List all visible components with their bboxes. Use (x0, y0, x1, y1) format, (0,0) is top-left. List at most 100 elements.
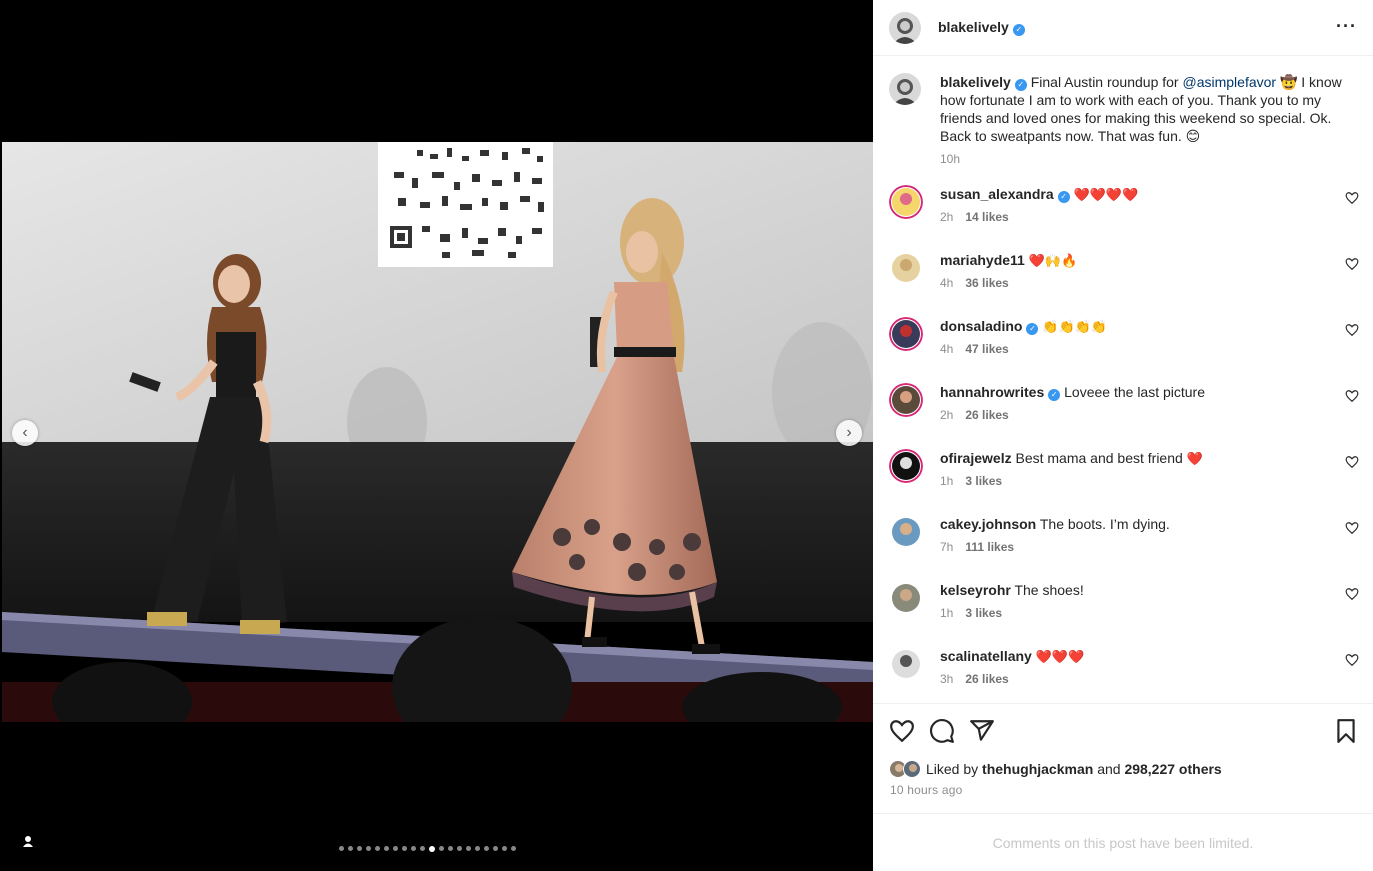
comment-item: donsaladino ✓ 👏👏👏👏 4h 47 likes (889, 317, 1359, 367)
commenter-username[interactable]: cakey.johnson (940, 516, 1036, 532)
comment-likes[interactable]: 3 likes (965, 606, 1002, 620)
more-options-icon[interactable]: ··· (1336, 16, 1357, 37)
carousel-dot (348, 846, 353, 851)
comment-item: ofirajewelz Best mama and best friend ❤️… (889, 449, 1359, 499)
author-username[interactable]: blakelively ✓ (938, 19, 1025, 36)
comment-like-heart-icon[interactable] (1345, 521, 1359, 535)
commenter-username[interactable]: hannahrowrites (940, 384, 1044, 400)
comment-emoji: ❤️❤️❤️❤️ (1073, 188, 1139, 203)
comment-emoji: ❤️🙌🔥 (1028, 254, 1078, 269)
commenter-avatar[interactable] (889, 647, 923, 681)
comment-time: 1h (940, 606, 954, 620)
author-avatar[interactable] (889, 11, 921, 44)
carousel-dot (375, 846, 380, 851)
carousel-dot (402, 846, 407, 851)
commenter-username[interactable]: scalinatellany (940, 648, 1032, 664)
verified-badge-icon: ✓ (1014, 79, 1027, 91)
next-slide-button[interactable]: › (836, 420, 862, 446)
comment-likes[interactable]: 36 likes (965, 276, 1008, 290)
comment-likes[interactable]: 26 likes (965, 672, 1008, 686)
likes-summary[interactable]: Liked by thehughjackman and 298,227 othe… (889, 760, 1222, 778)
comment-item: kelseyrohr The shoes! 1h 3 likes (889, 581, 1359, 631)
comment-like-heart-icon[interactable] (1345, 323, 1359, 337)
carousel-dot (366, 846, 371, 851)
caption-author[interactable]: blakelively (940, 74, 1011, 90)
commenter-username[interactable]: kelseyrohr (940, 582, 1011, 598)
comment-time: 7h (940, 540, 954, 554)
carousel-dot (339, 846, 344, 851)
comment-likes[interactable]: 47 likes (965, 342, 1008, 356)
commenter-username[interactable]: ofirajewelz (940, 450, 1012, 466)
carousel-dot (484, 846, 489, 851)
commenter-avatar[interactable] (889, 383, 923, 417)
action-bar: Liked by thehughjackman and 298,227 othe… (873, 703, 1373, 813)
comment-likes[interactable]: 26 likes (965, 408, 1008, 422)
previous-slide-button[interactable]: ‹ (12, 420, 38, 446)
comment-bubble-icon[interactable] (929, 718, 955, 744)
comment-text: The shoes! (1014, 582, 1084, 598)
comment-like-heart-icon[interactable] (1345, 587, 1359, 601)
carousel-dot (411, 846, 416, 851)
commenter-avatar[interactable] (889, 185, 923, 219)
comment-likes[interactable]: 111 likes (965, 540, 1014, 554)
comment-time: 2h (940, 210, 954, 224)
commenter-avatar[interactable] (889, 581, 923, 615)
post-media[interactable]: ‹ › (0, 0, 873, 871)
like-heart-icon[interactable] (889, 718, 915, 744)
liked-and-label: and (1097, 761, 1121, 777)
carousel-indicator (339, 845, 516, 852)
comment-like-heart-icon[interactable] (1345, 455, 1359, 469)
comment-like-heart-icon[interactable] (1345, 257, 1359, 271)
comment-text: Best mama and best friend (1015, 450, 1183, 466)
liked-others-count[interactable]: 298,227 others (1124, 761, 1221, 777)
verified-badge-icon: ✓ (1026, 323, 1039, 335)
caption-text-before: Final Austin roundup for (1026, 74, 1183, 90)
carousel-dot (439, 846, 444, 851)
comment-text: The boots. I’m dying. (1039, 516, 1170, 532)
post-photo (2, 142, 873, 722)
commenter-username[interactable]: susan_alexandra (940, 186, 1054, 202)
post-timestamp: 10 hours ago (890, 783, 963, 797)
comment-text: Loveee the last picture (1064, 384, 1206, 400)
comments-limited-notice: Comments on this post have been limited. (873, 813, 1373, 871)
caption-time: 10h (940, 152, 961, 166)
comment-time: 1h (940, 474, 954, 488)
comment-emoji: ❤️ (1186, 452, 1203, 467)
carousel-dot (457, 846, 462, 851)
comment-time: 2h (940, 408, 954, 422)
carousel-dot (511, 846, 516, 851)
comment-item: mariahyde11 ❤️🙌🔥 4h 36 likes (889, 251, 1359, 301)
comment-item: hannahrowrites ✓ Loveee the last picture … (889, 383, 1359, 433)
comments-list[interactable]: blakelively ✓ Final Austin roundup for @a… (873, 57, 1373, 703)
carousel-dot (448, 846, 453, 851)
share-send-icon[interactable] (969, 718, 995, 744)
comment-likes[interactable]: 14 likes (965, 210, 1008, 224)
carousel-dot (475, 846, 480, 851)
commenter-avatar[interactable] (889, 449, 923, 483)
comment-like-heart-icon[interactable] (1345, 389, 1359, 403)
carousel-dot (393, 846, 398, 851)
comment-likes[interactable]: 3 likes (965, 474, 1002, 488)
liked-by-user[interactable]: thehughjackman (982, 761, 1093, 777)
tagged-user-icon[interactable] (20, 834, 36, 850)
commenter-username[interactable]: mariahyde11 (940, 252, 1025, 268)
comment-like-heart-icon[interactable] (1345, 653, 1359, 667)
comment-emoji: ❤️❤️❤️ (1035, 650, 1085, 665)
carousel-dot (357, 846, 362, 851)
commenter-avatar[interactable] (889, 251, 923, 285)
post-sidebar: blakelively ✓ ··· blakelively ✓ Final Aust… (873, 0, 1373, 871)
caption-mention[interactable]: @asimplefavor (1182, 74, 1276, 90)
comment-like-heart-icon[interactable] (1345, 191, 1359, 205)
carousel-dot (384, 846, 389, 851)
verified-badge-icon: ✓ (1012, 24, 1025, 36)
commenter-username[interactable]: donsaladino (940, 318, 1022, 334)
commenter-avatar[interactable] (889, 515, 923, 549)
save-bookmark-icon[interactable] (1333, 718, 1359, 744)
commenter-avatar[interactable] (889, 317, 923, 351)
comment-emoji: 👏👏👏👏 (1042, 320, 1108, 335)
verified-badge-icon: ✓ (1048, 389, 1061, 401)
comment-time: 4h (940, 276, 954, 290)
caption-author-avatar[interactable] (889, 73, 921, 105)
verified-badge-icon: ✓ (1057, 191, 1070, 203)
comment-item: susan_alexandra ✓ ❤️❤️❤️❤️ 2h 14 likes (889, 185, 1359, 235)
